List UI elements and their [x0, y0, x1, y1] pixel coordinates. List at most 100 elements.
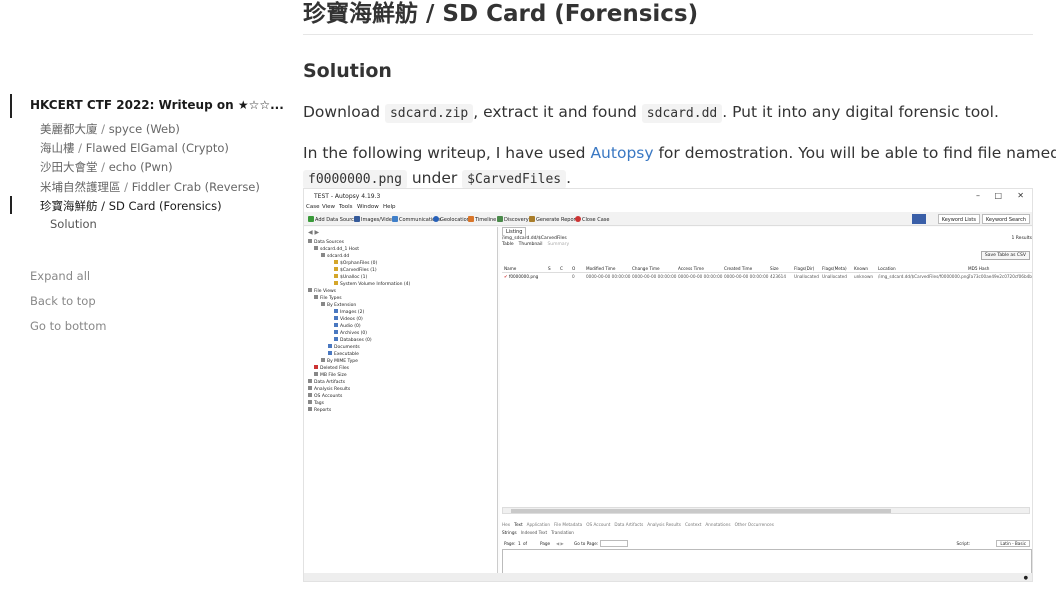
toc-item-sd-card[interactable]: 珍寶海鮮舫 / SD Card (Forensics)	[40, 198, 222, 214]
cell-name: ✔ f0000000.png	[504, 274, 538, 279]
script-select: Latin - Basic	[996, 540, 1030, 547]
toc-item-en: SD Card (Forensics)	[108, 199, 222, 213]
text: In the following writeup, I have used	[303, 144, 591, 162]
cell-flags-meta: Unallocated	[822, 274, 847, 279]
toc-active-marker-top	[10, 94, 12, 118]
toc-item-sep: /	[120, 180, 132, 194]
col-name: Name	[504, 266, 517, 271]
label: Close Case	[582, 217, 610, 223]
expand-all-link[interactable]: Expand all	[30, 269, 90, 283]
host-icon	[314, 246, 318, 250]
directory-tree: ◀ ▶ Data Sources sdcard.dd_1 Host sdcard…	[304, 227, 498, 581]
toolbar-close-case: Close Case	[575, 216, 609, 223]
col-known: Known	[854, 266, 869, 271]
col-flags-meta: Flags(Meta)	[822, 266, 847, 271]
col-s: S	[548, 266, 551, 271]
menu-window: Window	[357, 204, 379, 210]
text: under	[406, 169, 463, 187]
label: $Unalloc (1)	[340, 275, 368, 280]
label: Geolocation	[440, 217, 470, 223]
text: for demostration. You will be able to fi…	[653, 144, 1056, 162]
geolocation-icon	[433, 216, 439, 222]
autopsy-toolbar: Add Data Source Images/Videos Communicat…	[304, 212, 1032, 226]
cell-known: unknown	[854, 274, 874, 279]
col-location: Location	[878, 266, 896, 271]
file-icon	[334, 323, 338, 327]
toc-item-en: Flawed ElGamal (Crypto)	[85, 141, 229, 155]
toolbar-discovery: Discovery	[497, 216, 529, 223]
results-count: 1 Results	[1011, 236, 1032, 241]
label: Analysis Results	[314, 387, 351, 392]
tree-node: Videos (0)	[334, 316, 363, 322]
menu-bar: Case View Tools Window Help	[304, 203, 1032, 212]
listing-path: /img_sdcard.dd/$CarvedFiles	[502, 236, 567, 241]
label: Audio (0)	[340, 324, 361, 329]
close-icon: ✕	[1017, 191, 1024, 200]
label: File Views	[314, 289, 336, 294]
file-icon	[328, 344, 332, 348]
page-label: Page:	[504, 541, 516, 546]
go-to-bottom-link[interactable]: Go to bottom	[30, 319, 106, 333]
label: Archives (0)	[340, 331, 367, 336]
toc-item-echo[interactable]: 沙田大會堂 / echo (Pwn)	[40, 159, 173, 175]
tree-node: sdcard.dd	[321, 253, 349, 259]
label: $OrphanFiles (0)	[340, 261, 378, 266]
timeline-icon	[468, 216, 474, 222]
toc-item-flawed-elgamal[interactable]: 海山樓 / Flawed ElGamal (Crypto)	[40, 140, 229, 156]
toc-item-fiddler-crab[interactable]: 米埔自然護理區 / Fiddler Crab (Reverse)	[40, 179, 260, 195]
tab-os-account: OS Account	[586, 522, 611, 527]
toc-active-marker	[10, 196, 12, 214]
toc-item-hkcert-writeup[interactable]: HKCERT CTF 2022: Writeup on ★☆☆...	[30, 98, 284, 112]
file-icon: ✔	[504, 274, 508, 279]
toc-item-sep: /	[97, 160, 109, 174]
toolbar-geolocation: Geolocation	[433, 216, 470, 223]
page-value: 1	[518, 541, 521, 546]
tree-node: Documents	[328, 344, 360, 350]
add-icon	[308, 216, 314, 222]
article-title: 珍寶海鮮舫 / SD Card (Forensics)	[303, 1, 699, 27]
cell-location: /img_sdcard.dd/$CarvedFiles/f0000000.png	[878, 274, 970, 279]
cell-flags-dir: Unallocated	[794, 274, 819, 279]
toc-item-en: spyce (Web)	[108, 122, 180, 136]
toc-item-en: echo (Pwn)	[108, 160, 173, 174]
text-pager: Page: 1 of Page ◀ ▶ Go to Page: Script: …	[502, 540, 1032, 548]
label: Generate Report	[536, 217, 578, 223]
file-views-icon	[308, 288, 312, 292]
col-md5: MD5 Hash	[968, 266, 990, 271]
autopsy-link[interactable]: Autopsy	[590, 144, 653, 162]
label: Reports	[314, 408, 332, 413]
cell-size: 423614	[770, 274, 786, 279]
of-label: of	[523, 541, 528, 546]
result-viewer: Listing /img_sdcard.dd/$CarvedFiles 1 Re…	[500, 227, 1032, 581]
tree-node: Archives (0)	[334, 330, 367, 336]
col-c: C	[560, 266, 563, 271]
ingest-icon	[912, 214, 926, 224]
file-icon	[334, 316, 338, 320]
folder-icon	[334, 267, 338, 271]
label: $CarvedFiles (1)	[340, 268, 377, 273]
tab-indexed-text: Indexed Text	[520, 530, 548, 535]
menu-view: View	[322, 204, 336, 210]
tab-annotations: Annotations	[705, 522, 731, 527]
tab-text: Text	[514, 522, 523, 527]
toc-item-spyce[interactable]: 美麗都大廈 / spyce (Web)	[40, 121, 180, 137]
inline-code-carved-files: $CarvedFiles	[462, 170, 567, 189]
tree-node: MB File Size	[314, 372, 347, 378]
text: .	[566, 169, 572, 187]
deleted-icon	[314, 365, 318, 369]
status-bar: ●	[304, 573, 1032, 581]
toc-item-zh: 海山樓	[40, 141, 75, 155]
label: Videos (0)	[340, 317, 363, 322]
keyword-lists-button: Keyword Lists	[937, 214, 980, 224]
tab-analysis-results: Analysis Results	[647, 522, 681, 527]
toc-item-solution[interactable]: Solution	[50, 217, 97, 231]
horizontal-scrollbar	[502, 507, 1030, 514]
tab-file-metadata: File Metadata	[554, 522, 583, 527]
save-table-button: Save Table as CSV	[980, 251, 1030, 260]
back-to-top-link[interactable]: Back to top	[30, 294, 96, 308]
window-title: TEST - Autopsy 4.19.3	[314, 193, 381, 200]
folder-icon	[308, 239, 312, 243]
tree-node: Images (2)	[334, 309, 364, 315]
label: Discovery	[504, 217, 529, 223]
col-size: Size	[770, 266, 779, 271]
